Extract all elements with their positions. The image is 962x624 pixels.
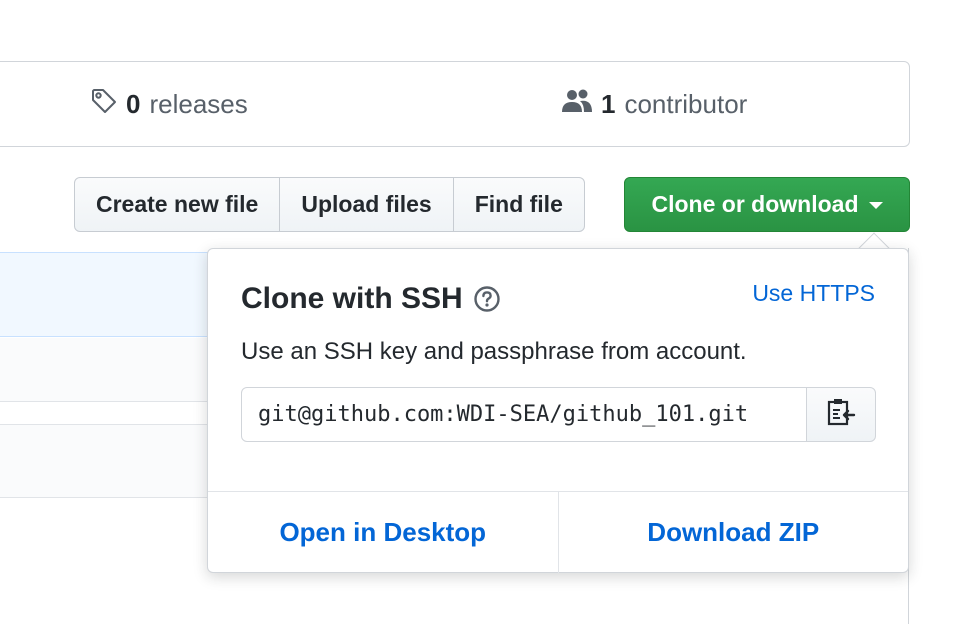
open-in-desktop-link[interactable]: Open in Desktop [208, 492, 558, 573]
question-icon[interactable] [473, 285, 501, 313]
clone-url-input[interactable] [241, 387, 807, 442]
copy-url-button[interactable] [806, 387, 876, 442]
releases-count: 0 [126, 88, 141, 119]
download-zip-link[interactable]: Download ZIP [557, 492, 909, 573]
clippy-icon [826, 396, 856, 433]
clone-popover-footer: Open in Desktop Download ZIP [208, 491, 908, 573]
releases-link[interactable]: 0 releases [90, 62, 248, 146]
clone-description: Use an SSH key and passphrase from accou… [241, 338, 747, 365]
people-icon [561, 88, 601, 121]
repo-summary-bar: 0 releases 1 contributor [0, 61, 910, 147]
file-row [0, 424, 240, 498]
clone-popover-title-row: Clone with SSH [241, 282, 501, 316]
find-file-button[interactable]: Find file [452, 177, 585, 232]
file-row [0, 338, 240, 402]
clone-or-download-button[interactable]: Clone or download [624, 177, 910, 232]
tag-icon [90, 87, 126, 122]
clone-or-download-label: Clone or download [651, 191, 859, 217]
upload-files-button[interactable]: Upload files [279, 177, 454, 232]
clone-popover-title: Clone with SSH [241, 282, 463, 315]
create-new-file-button[interactable]: Create new file [74, 177, 281, 232]
file-row [0, 252, 240, 337]
repo-page: 0 releases 1 contributor Create new file… [0, 0, 962, 624]
use-https-link[interactable]: Use HTTPS [752, 280, 875, 307]
releases-label: releases [149, 88, 248, 119]
contributors-label: contributor [624, 88, 748, 119]
file-actions-group: Create new file Upload files Find file [74, 177, 585, 232]
clone-popover: Clone with SSH Use HTTPS Use an SSH key … [207, 248, 909, 573]
contributors-count: 1 [601, 88, 616, 119]
caret-down-icon [868, 202, 883, 209]
contributors-link[interactable]: 1 contributor [561, 62, 747, 146]
